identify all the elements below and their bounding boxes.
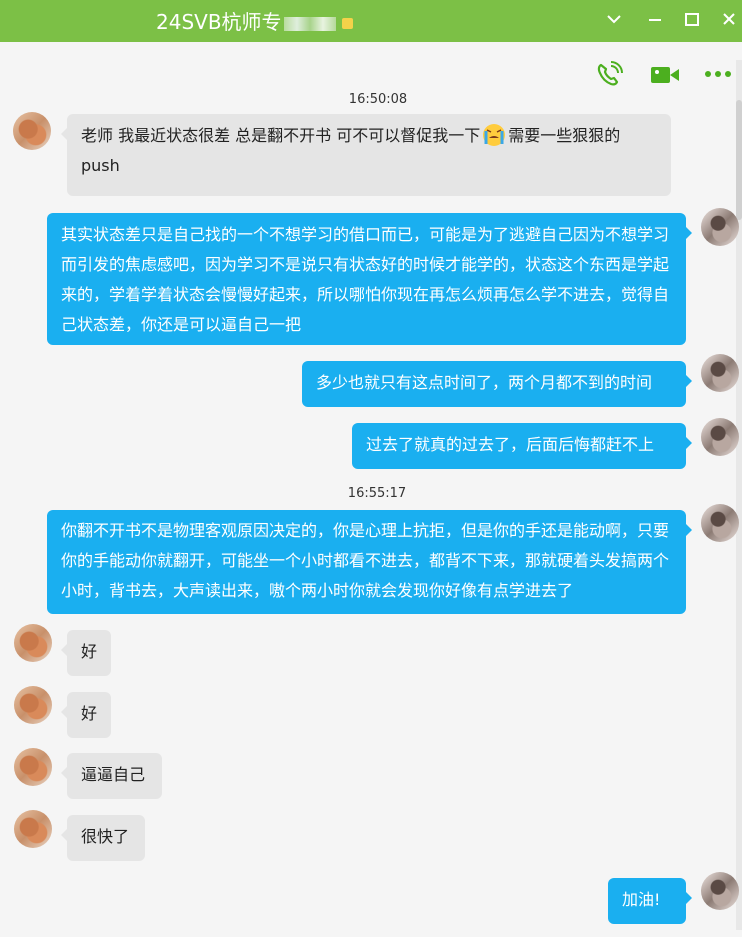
avatar[interactable]: [701, 354, 739, 392]
redacted-name-blur: [283, 16, 336, 31]
minimize-icon[interactable]: [642, 6, 668, 32]
avatar[interactable]: [701, 208, 739, 246]
message-bubble-incoming[interactable]: 老师 我最近状态很差 总是翻不开书 可不可以督促我一下 需要一些狠狠的push: [61, 114, 671, 196]
redacted-emoji: [341, 18, 353, 29]
avatar[interactable]: [14, 686, 52, 724]
phone-icon[interactable]: [593, 60, 625, 90]
maximize-icon[interactable]: [679, 6, 705, 32]
title-bar: 24SVB杭师专: [0, 0, 742, 42]
message-bubble-outgoing[interactable]: 你翻不开书不是物理客观原因决定的，你是心理上抗拒，但是你的手还是能动啊，只要你的…: [47, 510, 692, 614]
avatar[interactable]: [701, 504, 739, 542]
video-icon[interactable]: [648, 60, 680, 90]
avatar[interactable]: [701, 872, 739, 910]
message-bubble-outgoing[interactable]: 多少也就只有这点时间了，两个月都不到的时间: [302, 361, 692, 407]
message-bubble-incoming[interactable]: 逼逼自己: [61, 753, 162, 799]
window-title: 24SVB杭师专: [156, 6, 353, 35]
message-bubble-incoming[interactable]: 很快了: [61, 815, 145, 861]
close-icon[interactable]: [716, 6, 742, 32]
message-text: 好: [81, 704, 98, 723]
message-text: 多少也就只有这点时间了，两个月都不到的时间: [316, 373, 653, 392]
window-title-text: 24SVB杭师专: [156, 10, 282, 34]
avatar[interactable]: [701, 418, 739, 456]
message-bubble-incoming[interactable]: 好: [61, 692, 111, 738]
message-text: 老师 我最近状态很差 总是翻不开书 可不可以督促我一下: [81, 126, 481, 145]
message-text: 很快了: [81, 827, 130, 846]
avatar[interactable]: [13, 112, 51, 150]
avatar[interactable]: [14, 810, 52, 848]
crying-face-icon: [480, 122, 508, 148]
timestamp: 16:55:17: [347, 486, 407, 501]
scrollbar-thumb[interactable]: [736, 100, 742, 220]
timestamp: 16:50:08: [348, 92, 408, 107]
message-text: 好: [81, 642, 98, 661]
message-bubble-outgoing[interactable]: 其实状态差只是自己找的一个不想学习的借口而已，可能是为了逃避自己因为不想学习而引…: [47, 213, 692, 345]
message-bubble-outgoing[interactable]: 过去了就真的过去了，后面后悔都赶不上: [352, 423, 692, 469]
collapse-chevron-icon[interactable]: [601, 6, 627, 32]
message-bubble-outgoing[interactable]: 加油!: [608, 878, 692, 924]
more-icon[interactable]: [702, 60, 734, 90]
avatar[interactable]: [14, 624, 52, 662]
avatar[interactable]: [14, 748, 52, 786]
message-text: 过去了就真的过去了，后面后悔都赶不上: [366, 435, 655, 454]
message-text: 你翻不开书不是物理客观原因决定的，你是心理上抗拒，但是你的手还是能动啊，只要你的…: [61, 521, 670, 600]
message-text: 加油!: [622, 890, 661, 909]
message-text: 逼逼自己: [81, 765, 146, 784]
message-text: 其实状态差只是自己找的一个不想学习的借口而已，可能是为了逃避自己因为不想学习而引…: [61, 225, 670, 334]
message-bubble-incoming[interactable]: 好: [61, 630, 111, 676]
